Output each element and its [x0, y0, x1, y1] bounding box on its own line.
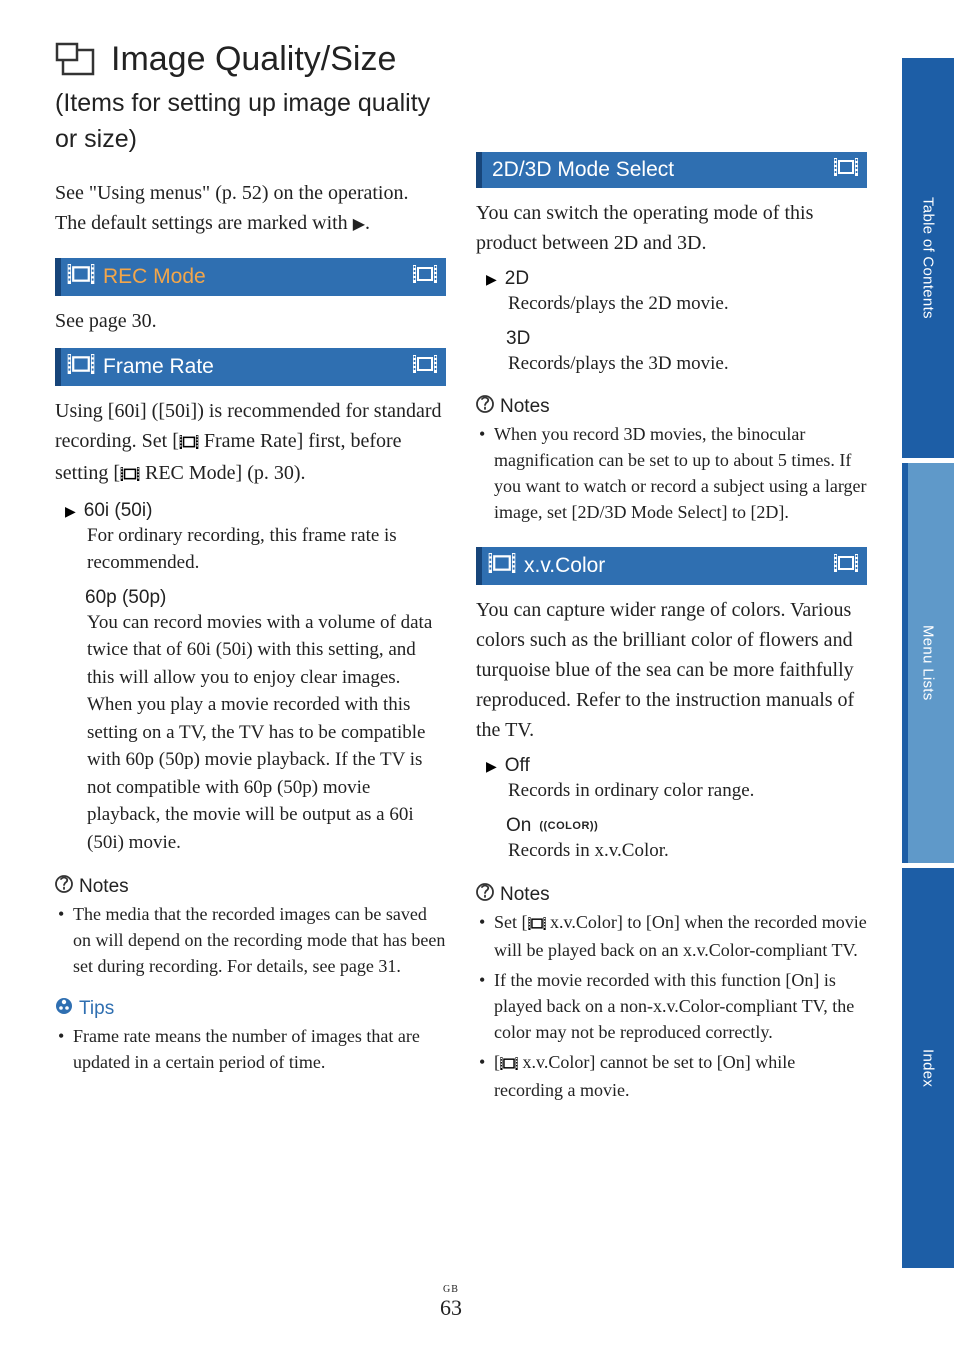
mode-select-notes: When you record 3D movies, the binocular… — [476, 421, 867, 525]
film-icon — [412, 355, 438, 379]
tab-menu-lists[interactable]: Menu Lists — [902, 463, 954, 863]
side-tabs: Table of Contents Menu Lists Index — [902, 0, 954, 1357]
xvcolor-body: You can capture wider range of colors. V… — [476, 595, 867, 745]
section-label: 2D/3D Mode Select — [492, 158, 825, 182]
page-title-text: Image Quality/Size — [111, 40, 396, 79]
film-icon — [528, 911, 546, 937]
tips-heading: Tips — [55, 997, 446, 1021]
default-marker-icon: ▶ — [486, 759, 497, 773]
film-icon — [179, 428, 199, 458]
section-label: REC Mode — [103, 265, 404, 289]
option-3d: 3D Records/plays the 3D movie. — [486, 328, 867, 378]
section-frame-rate: Frame Rate — [55, 348, 446, 386]
rec-mode-body: See page 30. — [55, 306, 446, 336]
tips-icon — [55, 997, 73, 1021]
notes-icon — [476, 883, 494, 907]
color-mark-icon: ((COLOR)) — [539, 820, 598, 832]
page-footer: GB 63 — [0, 1284, 902, 1321]
film-icon — [500, 1051, 518, 1077]
option-60p: 60p (50p) You can record movies with a v… — [65, 587, 446, 857]
default-marker-icon: ▶ — [486, 272, 497, 286]
section-xvcolor: x.v.Color — [476, 547, 867, 585]
film-icon — [412, 265, 438, 289]
default-marker-icon: ▶ — [65, 504, 76, 518]
section-label: x.v.Color — [524, 554, 825, 578]
option-2d: ▶2D Records/plays the 2D movie. — [486, 268, 867, 318]
frame-rate-body: Using [60i] ([50i]) is recommended for s… — [55, 396, 446, 490]
film-icon — [833, 554, 859, 578]
notes-icon — [55, 875, 73, 899]
intro-text: See "Using menus" (p. 52) on the operati… — [55, 178, 446, 238]
notes-heading: Notes — [476, 883, 867, 907]
page-subtitle: (Items for setting up image quality or s… — [55, 85, 446, 158]
image-quality-icon — [55, 42, 99, 78]
film-icon — [488, 553, 516, 579]
notes-heading: Notes — [476, 395, 867, 419]
section-rec-mode: REC Mode — [55, 258, 446, 296]
option-off: ▶Off Records in ordinary color range. — [486, 755, 867, 805]
tab-index[interactable]: Index — [902, 868, 954, 1268]
notes-icon — [476, 395, 494, 419]
mode-select-body: You can switch the operating mode of thi… — [476, 198, 867, 258]
page-title: Image Quality/Size — [55, 40, 446, 79]
option-60i: ▶60i (50i) For ordinary recording, this … — [65, 500, 446, 577]
film-icon — [67, 354, 95, 380]
film-icon — [120, 460, 140, 490]
notes-heading: Notes — [55, 875, 446, 899]
option-on: On ((COLOR)) Records in x.v.Color. — [486, 815, 867, 865]
frame-rate-tips: Frame rate means the number of images th… — [55, 1023, 446, 1075]
film-icon — [833, 158, 859, 182]
film-icon — [67, 264, 95, 290]
frame-rate-notes: The media that the recorded images can b… — [55, 901, 446, 979]
tab-toc[interactable]: Table of Contents — [902, 58, 954, 458]
xvcolor-notes: Set [ x.v.Color] to [On] when the record… — [476, 909, 867, 1104]
section-label: Frame Rate — [103, 355, 404, 379]
section-mode-select: 2D/3D Mode Select — [476, 152, 867, 188]
